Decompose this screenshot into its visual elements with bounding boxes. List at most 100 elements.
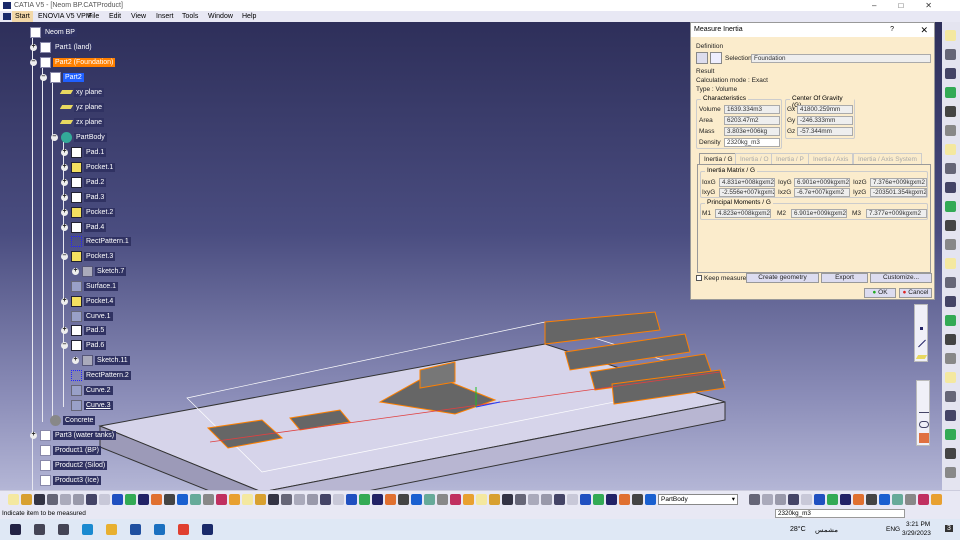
customize-button[interactable]: Customize... bbox=[870, 273, 932, 283]
tree-node[interactable]: RectPattern.2 bbox=[71, 369, 131, 381]
tab-inertia-axis-system[interactable]: Inertia / Axis System bbox=[853, 153, 922, 164]
tree-node[interactable]: xy plane bbox=[59, 86, 105, 98]
task-view-icon[interactable] bbox=[58, 524, 69, 535]
flag-note-icon[interactable] bbox=[919, 421, 929, 428]
toolbar-tool-icon[interactable] bbox=[112, 494, 123, 505]
toolbar-tool-icon[interactable] bbox=[840, 494, 851, 505]
toolbar-tool-icon[interactable] bbox=[866, 494, 877, 505]
tree-node[interactable]: Curve.2 bbox=[71, 384, 113, 396]
toolbar-tool-icon[interactable] bbox=[216, 494, 227, 505]
point-icon[interactable] bbox=[920, 327, 923, 330]
right-toolbar-tool-icon[interactable] bbox=[945, 315, 956, 326]
tree-node[interactable]: RectPattern.1 bbox=[71, 235, 131, 247]
right-toolbar-tool-icon[interactable] bbox=[945, 277, 956, 288]
toolbar-tool-icon[interactable] bbox=[125, 494, 136, 505]
menu-help[interactable]: Help bbox=[242, 11, 256, 22]
toolbar-tool-icon[interactable] bbox=[333, 494, 344, 505]
right-toolbar-tool-icon[interactable] bbox=[945, 144, 956, 155]
search-icon[interactable] bbox=[34, 524, 45, 535]
toolbar-tool-icon[interactable] bbox=[645, 494, 656, 505]
toolbar-tool-icon[interactable] bbox=[632, 494, 643, 505]
clock-time[interactable]: 3:21 PM bbox=[906, 521, 930, 528]
command-input[interactable]: 2320kg_m3 bbox=[775, 509, 905, 518]
right-toolbar-tool-icon[interactable] bbox=[945, 201, 956, 212]
toolbar-tool-icon[interactable] bbox=[359, 494, 370, 505]
toolbar-tool-icon[interactable] bbox=[502, 494, 513, 505]
right-toolbar-tool-icon[interactable] bbox=[945, 429, 956, 440]
tree-node[interactable]: Part2 bbox=[50, 71, 84, 83]
toolbar-tool-icon[interactable] bbox=[294, 494, 305, 505]
toolbar-tool-icon[interactable] bbox=[541, 494, 552, 505]
right-toolbar-tool-icon[interactable] bbox=[945, 182, 956, 193]
expand-icon[interactable]: + bbox=[61, 297, 68, 305]
toolbar-tool-icon[interactable] bbox=[580, 494, 591, 505]
tree-node[interactable]: Part3 (water tanks) bbox=[40, 429, 117, 441]
selection-field[interactable]: Foundation bbox=[751, 54, 931, 63]
tree-node[interactable]: Pocket.3 bbox=[71, 250, 116, 262]
catia-menu-icon[interactable] bbox=[3, 13, 11, 20]
toolbar-tool-icon[interactable] bbox=[593, 494, 604, 505]
collapse-icon[interactable]: – bbox=[61, 252, 68, 260]
toolbar-tool-icon[interactable] bbox=[47, 494, 58, 505]
windows-start-icon[interactable] bbox=[10, 524, 21, 535]
file-explorer-icon[interactable] bbox=[106, 524, 117, 535]
toolbar-tool-icon[interactable] bbox=[8, 494, 19, 505]
tree-node[interactable]: yz plane bbox=[59, 101, 105, 113]
toolbar-tool-icon[interactable] bbox=[346, 494, 357, 505]
menu-window[interactable]: Window bbox=[208, 11, 233, 22]
collapse-icon[interactable]: – bbox=[51, 133, 58, 141]
toolbar-tool-icon[interactable] bbox=[34, 494, 45, 505]
toolbar-tool-icon[interactable] bbox=[60, 494, 71, 505]
tree-node[interactable]: Curve.1 bbox=[71, 310, 113, 322]
toolbar-tool-icon[interactable] bbox=[242, 494, 253, 505]
toolbar-tool-icon[interactable] bbox=[918, 494, 929, 505]
text-annotation-icon[interactable] bbox=[919, 405, 929, 413]
expand-icon[interactable]: + bbox=[61, 326, 68, 334]
toolbar-tool-icon[interactable] bbox=[437, 494, 448, 505]
collapse-icon[interactable]: – bbox=[40, 73, 47, 81]
toolbar-tool-icon[interactable] bbox=[476, 494, 487, 505]
right-toolbar-tool-icon[interactable] bbox=[945, 448, 956, 459]
toolbar-tool-icon[interactable] bbox=[814, 494, 825, 505]
menu-start[interactable]: Start bbox=[12, 11, 33, 22]
toolbar-tool-icon[interactable] bbox=[372, 494, 383, 505]
toolbar-tool-icon[interactable] bbox=[619, 494, 630, 505]
toolbar-tool-icon[interactable] bbox=[229, 494, 240, 505]
expand-icon[interactable]: + bbox=[30, 43, 37, 51]
expand-icon[interactable]: + bbox=[61, 163, 68, 171]
right-toolbar-tool-icon[interactable] bbox=[945, 68, 956, 79]
collapse-icon[interactable]: – bbox=[61, 341, 68, 349]
keep-measure-checkbox[interactable] bbox=[696, 275, 702, 281]
toolbar-tool-icon[interactable] bbox=[892, 494, 903, 505]
tree-node[interactable]: Pad.3 bbox=[71, 191, 107, 203]
toolbar-tool-icon[interactable] bbox=[203, 494, 214, 505]
tree-node[interactable]: Neom BP bbox=[30, 26, 77, 38]
expand-icon[interactable]: + bbox=[61, 148, 68, 156]
toolbar-tool-icon[interactable] bbox=[255, 494, 266, 505]
expand-icon[interactable]: + bbox=[61, 193, 68, 201]
tree-node[interactable]: Concrete bbox=[50, 414, 96, 426]
toolbar-tool-icon[interactable] bbox=[281, 494, 292, 505]
expand-icon[interactable]: + bbox=[61, 208, 68, 216]
material-icon[interactable] bbox=[919, 433, 929, 443]
toolbar-tool-icon[interactable] bbox=[489, 494, 500, 505]
tree-node[interactable]: Pad.2 bbox=[71, 176, 107, 188]
tree-node[interactable]: Pocket.2 bbox=[71, 206, 116, 218]
language-indicator[interactable]: ENG bbox=[886, 526, 900, 533]
tree-node[interactable]: Pocket.4 bbox=[71, 295, 116, 307]
weather-temp[interactable]: 28°C bbox=[790, 526, 806, 533]
right-toolbar-tool-icon[interactable] bbox=[945, 30, 956, 41]
menu-tools[interactable]: Tools bbox=[182, 11, 198, 22]
toolbar-tool-icon[interactable] bbox=[775, 494, 786, 505]
menu-view[interactable]: View bbox=[131, 11, 146, 22]
right-toolbar-tool-icon[interactable] bbox=[945, 391, 956, 402]
notifications-badge[interactable]: 3 bbox=[945, 525, 953, 532]
right-toolbar-tool-icon[interactable] bbox=[945, 220, 956, 231]
right-toolbar-tool-icon[interactable] bbox=[945, 106, 956, 117]
toolbar-tool-icon[interactable] bbox=[99, 494, 110, 505]
right-toolbar-tool-icon[interactable] bbox=[945, 163, 956, 174]
expand-icon[interactable]: + bbox=[72, 267, 79, 275]
toolbar-tool-icon[interactable] bbox=[268, 494, 279, 505]
tree-node[interactable]: Curve.3 bbox=[71, 399, 113, 411]
toolbar-tool-icon[interactable] bbox=[931, 494, 942, 505]
